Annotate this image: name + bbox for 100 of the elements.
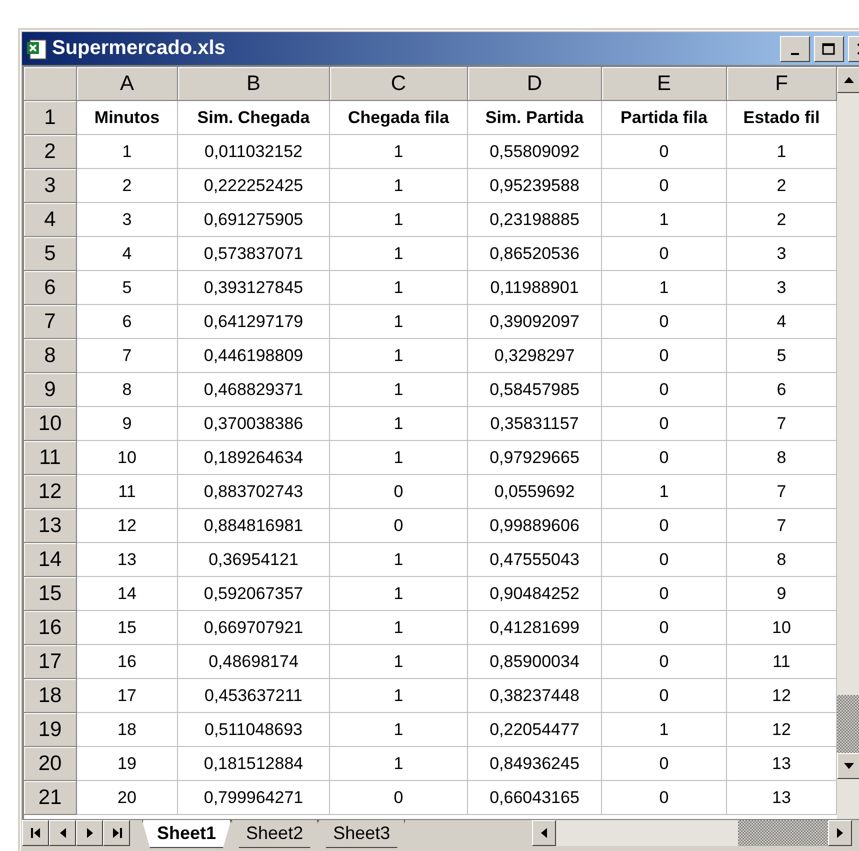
last-sheet-button[interactable] bbox=[103, 820, 130, 846]
spreadsheet-icon bbox=[26, 38, 48, 60]
column-header[interactable]: D bbox=[468, 67, 602, 101]
row-header[interactable]: 21 bbox=[24, 781, 77, 815]
table-cell: 1 bbox=[330, 679, 468, 713]
table-cell: 1 bbox=[330, 441, 468, 475]
table-cell: 0,95239588 bbox=[468, 169, 602, 203]
row-header[interactable]: 5 bbox=[24, 237, 77, 271]
scroll-thumb[interactable] bbox=[738, 820, 828, 846]
table-cell: 1 bbox=[330, 203, 468, 237]
row-header[interactable]: 2 bbox=[24, 135, 77, 169]
column-header[interactable]: B bbox=[178, 67, 330, 101]
table-cell: 0 bbox=[602, 577, 727, 611]
table-cell: 1 bbox=[330, 271, 468, 305]
table-cell: 1 bbox=[330, 747, 468, 781]
vertical-scrollbar[interactable] bbox=[837, 67, 859, 819]
table-cell: 0,181512884 bbox=[178, 747, 330, 781]
next-sheet-button[interactable] bbox=[76, 820, 103, 846]
row-header[interactable]: 14 bbox=[24, 543, 77, 577]
sheet-tab[interactable]: Sheet1 bbox=[142, 820, 232, 848]
table-cell: 1 bbox=[330, 169, 468, 203]
sheet-tab[interactable]: Sheet3 bbox=[318, 820, 406, 848]
table-cell: 0,84936245 bbox=[468, 747, 602, 781]
table-cell: 0,511048693 bbox=[178, 713, 330, 747]
table-cell: 0,453637211 bbox=[178, 679, 330, 713]
row-header[interactable]: 18 bbox=[24, 679, 77, 713]
table-cell: 4 bbox=[77, 237, 178, 271]
scroll-left-button[interactable] bbox=[532, 820, 556, 846]
table-cell: 16 bbox=[77, 645, 178, 679]
table-cell: 1 bbox=[330, 373, 468, 407]
table-cell: 0 bbox=[602, 407, 727, 441]
table-cell: Sim. Partida bbox=[468, 101, 602, 135]
horizontal-scrollbar[interactable] bbox=[532, 820, 852, 846]
row-header[interactable]: 16 bbox=[24, 611, 77, 645]
table-cell: 0 bbox=[330, 475, 468, 509]
table-cell: 0,3298297 bbox=[468, 339, 602, 373]
table-cell: 10 bbox=[77, 441, 178, 475]
table-cell: 1 bbox=[330, 135, 468, 169]
table-cell: 0,370038386 bbox=[178, 407, 330, 441]
table-cell: 1 bbox=[602, 271, 727, 305]
table-cell: 0,393127845 bbox=[178, 271, 330, 305]
minimize-button[interactable] bbox=[780, 36, 810, 62]
table-cell: 14 bbox=[77, 577, 178, 611]
table-cell: 1 bbox=[602, 203, 727, 237]
row-header[interactable]: 19 bbox=[24, 713, 77, 747]
column-header[interactable]: A bbox=[77, 67, 178, 101]
column-header[interactable]: F bbox=[727, 67, 837, 101]
row-header[interactable]: 6 bbox=[24, 271, 77, 305]
table-cell: 0 bbox=[602, 441, 727, 475]
table-cell: 0,99889606 bbox=[468, 509, 602, 543]
first-sheet-button[interactable] bbox=[22, 820, 49, 846]
scroll-up-button[interactable] bbox=[837, 67, 859, 93]
window-title: Supermercado.xls bbox=[52, 37, 226, 60]
table-cell: 0,641297179 bbox=[178, 305, 330, 339]
column-header[interactable]: E bbox=[602, 67, 727, 101]
table-cell: 0,86520536 bbox=[468, 237, 602, 271]
row-header[interactable]: 4 bbox=[24, 203, 77, 237]
table-cell: 1 bbox=[330, 611, 468, 645]
minimize-icon bbox=[791, 52, 799, 54]
table-cell: 0 bbox=[602, 169, 727, 203]
table-cell: 0,66043165 bbox=[468, 781, 602, 815]
table-cell: 0,85900034 bbox=[468, 645, 602, 679]
table-cell: 0 bbox=[330, 781, 468, 815]
row-header[interactable]: 8 bbox=[24, 339, 77, 373]
maximize-button[interactable] bbox=[814, 36, 844, 62]
table-cell: 11 bbox=[77, 475, 178, 509]
table-cell: 0 bbox=[602, 747, 727, 781]
row-header[interactable]: 7 bbox=[24, 305, 77, 339]
table-cell: 0 bbox=[602, 305, 727, 339]
table-cell: 0,884816981 bbox=[178, 509, 330, 543]
column-header[interactable]: C bbox=[330, 67, 468, 101]
table-cell: 1 bbox=[330, 577, 468, 611]
table-cell: 0 bbox=[602, 543, 727, 577]
scroll-right-button[interactable] bbox=[828, 820, 852, 846]
row-header[interactable]: 11 bbox=[24, 441, 77, 475]
row-header[interactable]: 15 bbox=[24, 577, 77, 611]
row-header[interactable]: 3 bbox=[24, 169, 77, 203]
select-all-corner[interactable] bbox=[24, 67, 77, 101]
table-cell: 1 bbox=[602, 475, 727, 509]
table-cell: 13 bbox=[77, 543, 178, 577]
table-cell: 0,691275905 bbox=[178, 203, 330, 237]
row-header[interactable]: 9 bbox=[24, 373, 77, 407]
table-cell: 3 bbox=[77, 203, 178, 237]
table-cell: Chegada fila bbox=[330, 101, 468, 135]
table-cell: 1 bbox=[330, 645, 468, 679]
row-header[interactable]: 1 bbox=[24, 101, 77, 135]
table-cell: 0,22054477 bbox=[468, 713, 602, 747]
row-header[interactable]: 20 bbox=[24, 747, 77, 781]
table-cell: 0,446198809 bbox=[178, 339, 330, 373]
row-header[interactable]: 10 bbox=[24, 407, 77, 441]
row-header[interactable]: 12 bbox=[24, 475, 77, 509]
row-header[interactable]: 13 bbox=[24, 509, 77, 543]
row-header[interactable]: 17 bbox=[24, 645, 77, 679]
table-cell: 12 bbox=[77, 509, 178, 543]
sheet-tab[interactable]: Sheet2 bbox=[231, 820, 318, 848]
table-cell: 5 bbox=[77, 271, 178, 305]
scroll-thumb[interactable] bbox=[837, 695, 859, 753]
scroll-down-button[interactable] bbox=[837, 753, 859, 779]
table-cell: Minutos bbox=[77, 101, 178, 135]
previous-sheet-button[interactable] bbox=[49, 820, 76, 846]
